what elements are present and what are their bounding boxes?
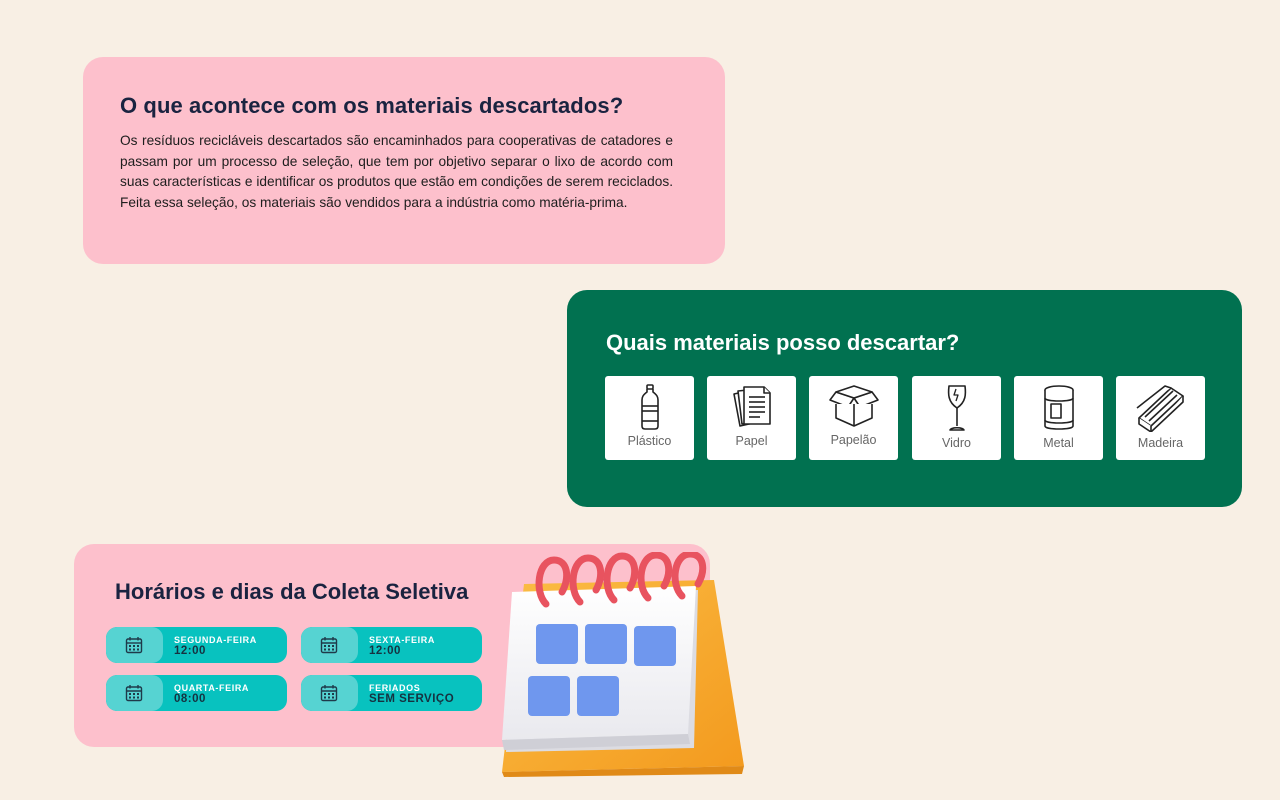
info-body: Os resíduos recicláveis descartados são … <box>120 133 673 210</box>
material-label: Vidro <box>942 436 971 450</box>
calendar-icon <box>301 675 358 711</box>
slot-day: QUARTA-FEIRA <box>174 683 250 693</box>
material-vidro[interactable]: Vidro <box>912 376 1001 460</box>
calendar-icon <box>301 627 358 663</box>
slot-time: SEM SERVIÇO <box>369 693 455 705</box>
material-metal[interactable]: Metal <box>1014 376 1103 460</box>
slot-day: SEGUNDA-FEIRA <box>174 635 257 645</box>
material-madeira[interactable]: Madeira <box>1116 376 1205 460</box>
wood-planks-icon <box>1136 385 1184 432</box>
materials-title: Quais materiais posso descartar? <box>606 330 960 355</box>
material-label: Metal <box>1043 436 1074 450</box>
slot-day: SEXTA-FEIRA <box>369 635 435 645</box>
schedule-slot: SEGUNDA-FEIRA 12:00 <box>106 627 287 663</box>
material-label: Madeira <box>1137 436 1184 450</box>
cardboard-box-icon <box>828 385 879 427</box>
material-label: Plástico <box>627 434 672 448</box>
material-label: Papel <box>735 434 768 448</box>
material-papel[interactable]: Papel <box>707 376 796 460</box>
info-card: O que acontece com os materiais descarta… <box>83 57 725 264</box>
material-label: Papelão <box>830 433 877 447</box>
schedule-slot: QUARTA-FEIRA 08:00 <box>106 675 287 711</box>
slot-day: FERIADOS <box>369 683 421 693</box>
calendar-icon <box>106 675 163 711</box>
schedule-title: Horários e dias da Coleta Seletiva <box>115 579 469 604</box>
paper-sheets-icon <box>732 386 771 427</box>
desk-calendar-illustration <box>502 552 744 777</box>
calendar-icon <box>106 627 163 663</box>
schedule-slot: SEXTA-FEIRA 12:00 <box>301 627 482 663</box>
material-papelao[interactable]: Papelão <box>809 376 898 460</box>
wine-glass-icon <box>947 385 966 431</box>
plastic-bottle-icon <box>640 384 659 430</box>
info-title: O que acontece com os materiais descarta… <box>120 93 624 118</box>
materials-card: Quais materiais posso descartar? Plástic… <box>567 290 1242 507</box>
slot-time: 08:00 <box>174 693 206 705</box>
metal-can-icon <box>1043 385 1074 430</box>
slot-time: 12:00 <box>174 645 206 657</box>
material-plastico[interactable]: Plástico <box>605 376 694 460</box>
schedule-slot: FERIADOS SEM SERVIÇO <box>301 675 482 711</box>
slot-time: 12:00 <box>369 645 401 657</box>
